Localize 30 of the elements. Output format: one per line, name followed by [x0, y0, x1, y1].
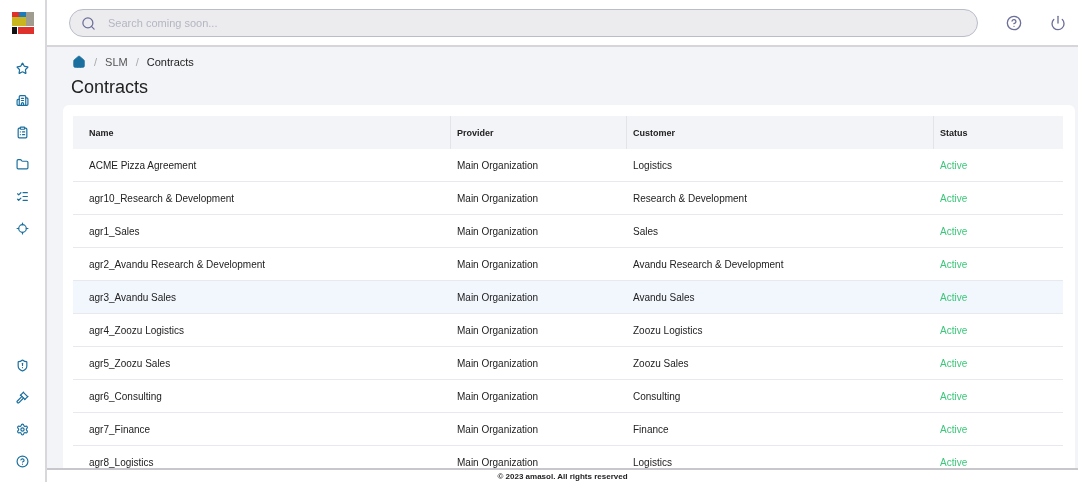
breadcrumb-link[interactable]: SLM [105, 56, 128, 68]
clipboard-icon[interactable] [16, 126, 29, 139]
table-cell: Main Organization [450, 281, 626, 314]
column-header[interactable]: Provider [450, 116, 626, 149]
page-title: Contracts [71, 77, 150, 98]
checklist-icon[interactable] [16, 190, 29, 203]
search-field[interactable]: Search coming soon... [69, 8, 978, 37]
copyright-text: © 2023 amasol. All rights reserved [497, 472, 628, 481]
logo [11, 12, 34, 34]
breadcrumb-separator: / [94, 56, 98, 68]
help-icon[interactable] [1006, 14, 1022, 31]
table-cell: Avandu Sales [626, 281, 933, 314]
column-header[interactable]: Customer [626, 116, 933, 149]
building-icon[interactable] [16, 94, 29, 107]
column-header[interactable]: Status [933, 116, 1063, 149]
home-icon[interactable] [72, 55, 86, 69]
column-header[interactable]: Name [73, 116, 450, 149]
status-text: Active [933, 281, 1063, 314]
table-cell: agr3_Avandu Sales [73, 281, 450, 314]
breadcrumb-separator: / [135, 56, 139, 68]
shield-icon[interactable] [16, 359, 29, 372]
breadcrumb-current: Contracts [146, 56, 194, 68]
gavel-icon[interactable] [16, 391, 29, 404]
star-icon[interactable] [16, 62, 29, 75]
power-icon[interactable] [1050, 14, 1066, 31]
settings-icon[interactable] [16, 423, 29, 436]
crosshair-icon[interactable] [16, 222, 29, 235]
search-icon [81, 15, 96, 31]
folder-icon[interactable] [16, 158, 29, 171]
help-icon[interactable] [16, 455, 29, 468]
